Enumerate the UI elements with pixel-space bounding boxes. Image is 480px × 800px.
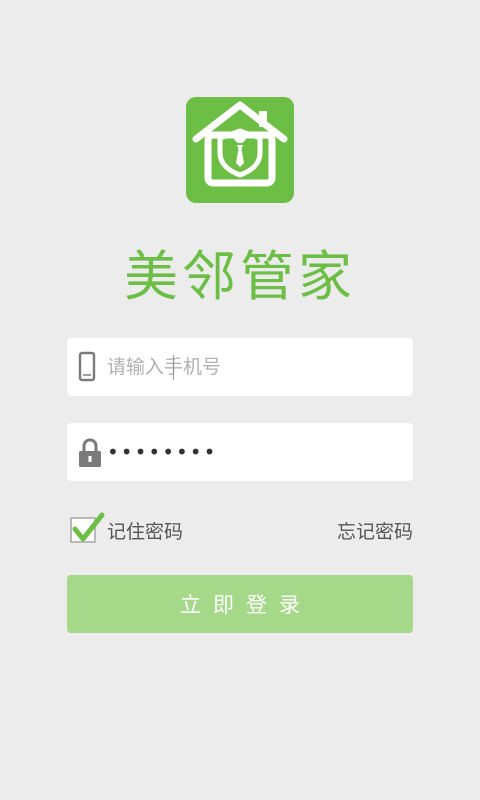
remember-checkbox[interactable] bbox=[70, 512, 105, 543]
password-field[interactable] bbox=[67, 423, 413, 481]
house-shield-icon bbox=[192, 101, 288, 187]
app-title: 美邻管家 bbox=[124, 245, 356, 308]
app-logo bbox=[186, 97, 294, 203]
remember-label: 记住密码 bbox=[107, 520, 184, 543]
text-cursor bbox=[173, 355, 174, 380]
password-input[interactable] bbox=[107, 423, 397, 481]
checkmark-icon bbox=[72, 512, 105, 542]
phone-field[interactable] bbox=[67, 338, 413, 396]
forgot-password-link[interactable]: 忘记密码 bbox=[337, 517, 413, 544]
login-button[interactable]: 立即登录 bbox=[67, 575, 413, 633]
remember-password[interactable]: 记住密码 bbox=[70, 512, 184, 546]
phone-input[interactable] bbox=[107, 338, 397, 396]
lock-icon bbox=[79, 438, 101, 467]
phone-icon bbox=[78, 351, 96, 382]
